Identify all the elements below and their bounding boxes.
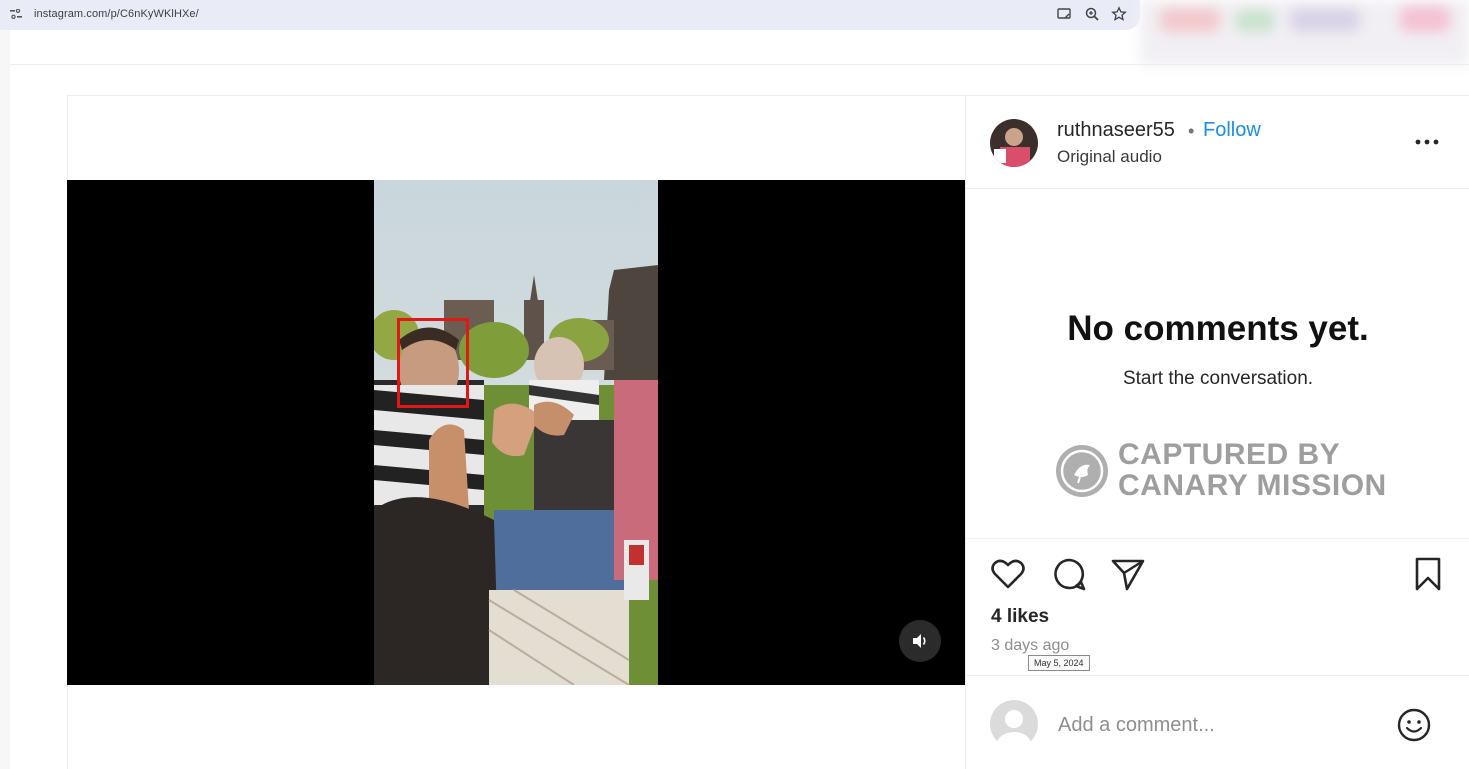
- sound-toggle-button[interactable]: [899, 620, 941, 662]
- no-comments-subtitle: Start the conversation.: [1122, 368, 1314, 389]
- bookmark-star-icon[interactable]: [1111, 6, 1127, 22]
- blurred-extensions-area: [1140, 0, 1469, 65]
- page-left-gutter: [0, 30, 10, 769]
- more-options-icon[interactable]: [1412, 131, 1442, 153]
- browser-address-bar[interactable]: instagram.com/p/C6nKyWKlHXe/: [0, 0, 1140, 30]
- author-username[interactable]: ruthnaseer55: [1057, 119, 1175, 142]
- comment-divider: [966, 675, 1469, 676]
- cast-icon[interactable]: [1056, 6, 1072, 22]
- speaker-icon: [913, 634, 926, 648]
- avatar-image: [990, 119, 1038, 167]
- post-video-player[interactable]: [67, 180, 965, 685]
- add-comment-input[interactable]: [1058, 711, 1378, 739]
- comment-icon[interactable]: [1050, 555, 1088, 593]
- heart-icon[interactable]: [989, 555, 1027, 593]
- audio-label[interactable]: Original audio: [1057, 147, 1162, 167]
- follow-button[interactable]: Follow: [1203, 119, 1261, 142]
- likes-count[interactable]: 4 likes: [991, 606, 1049, 628]
- date-tooltip: May 5, 2024: [1028, 655, 1090, 671]
- page-top-divider: [10, 64, 1469, 65]
- post-side-panel: ruthnaseer55 • Follow Original audio No …: [965, 95, 1469, 769]
- site-info-icon[interactable]: [10, 9, 22, 19]
- canary-logo-icon: [1056, 445, 1108, 497]
- face-highlight-box: [397, 318, 469, 408]
- separator-dot: •: [1188, 121, 1195, 141]
- canary-mission-watermark: CAPTURED BY CANARY MISSION: [1056, 435, 1396, 505]
- share-icon[interactable]: [1109, 555, 1147, 593]
- video-frame[interactable]: [374, 180, 658, 685]
- zoom-icon[interactable]: [1084, 6, 1100, 22]
- author-avatar[interactable]: [990, 119, 1038, 167]
- no-comments-title: No comments yet.: [1067, 309, 1369, 348]
- save-bookmark-icon[interactable]: [1409, 555, 1447, 593]
- url-text[interactable]: instagram.com/p/C6nKyWKlHXe/: [34, 8, 199, 20]
- current-user-avatar: [990, 700, 1038, 748]
- watermark-line-2: CANARY MISSION: [1118, 469, 1387, 502]
- watermark-line-1: CAPTURED BY: [1118, 438, 1341, 471]
- post-header: ruthnaseer55 • Follow Original audio: [966, 95, 1469, 189]
- post-time-ago[interactable]: 3 days ago: [991, 637, 1069, 655]
- default-avatar-icon: [997, 710, 1031, 748]
- actions-divider: [966, 538, 1469, 539]
- emoji-icon[interactable]: [1396, 707, 1432, 743]
